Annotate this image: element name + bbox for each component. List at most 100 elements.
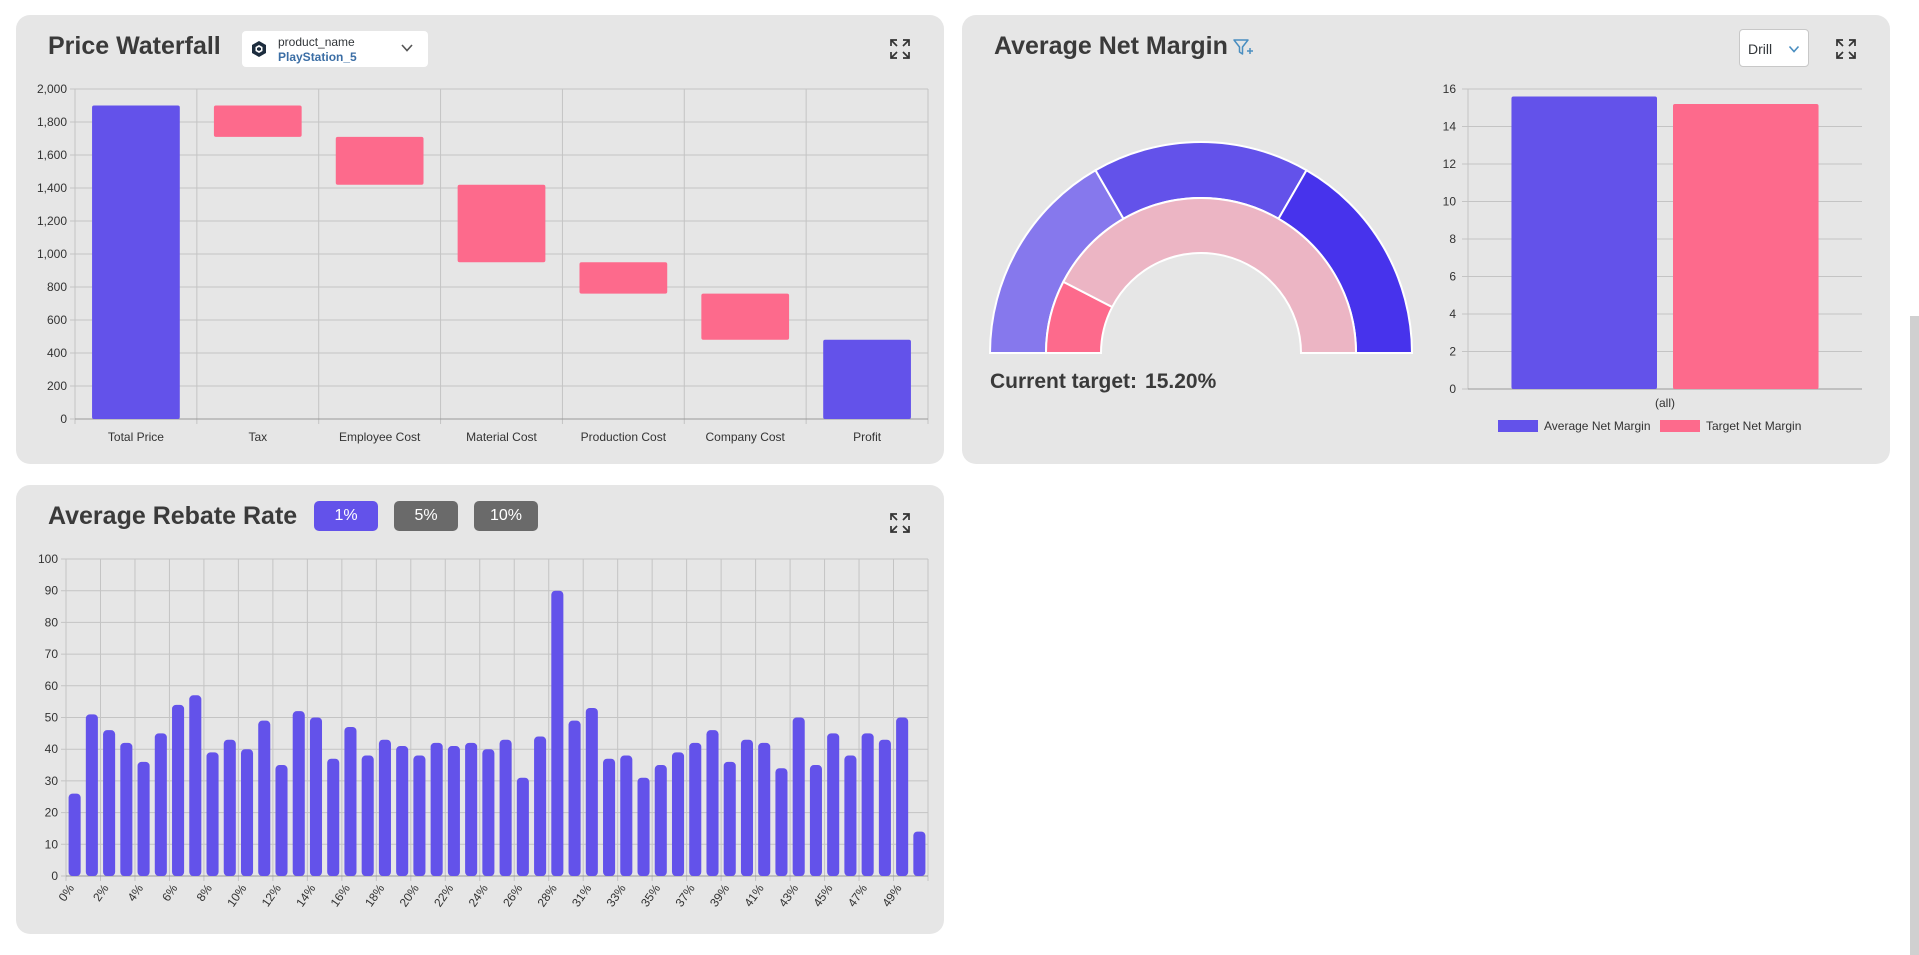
y-tick-label: 30 [45, 774, 59, 788]
y-tick-label: 800 [47, 280, 67, 294]
rebate-bar [154, 733, 167, 876]
rebate-bar [878, 739, 891, 876]
y-tick-label: 6 [1449, 270, 1456, 284]
waterfall-bar [213, 105, 302, 137]
rebate-bar [844, 755, 857, 876]
y-tick-label: 2 [1449, 345, 1456, 359]
y-tick-label: 90 [45, 584, 59, 598]
y-tick-label: 1,600 [37, 148, 67, 162]
x-tick-label: 41% [741, 881, 766, 909]
net-margin-bar-chart: 0 2 4 6 8 10 12 14 16 (all) Average Net Margin Targ… [1443, 82, 1862, 433]
x-tick-label: 18% [362, 881, 387, 909]
rebate-bar [499, 739, 512, 876]
rebate-bar [292, 711, 305, 876]
y-tick-label: 8 [1449, 232, 1456, 246]
rebate-bar [206, 752, 219, 876]
margin-bar [1673, 104, 1819, 389]
y-tick-label: 12 [1443, 157, 1457, 171]
x-tick-label: 35% [638, 881, 663, 909]
rebate-bar [396, 746, 409, 876]
rebate-bar [689, 742, 702, 876]
y-tick-label: 40 [45, 742, 59, 756]
rebate-bar [671, 752, 685, 876]
y-tick-label: 0 [51, 869, 58, 883]
x-tick-label: 26% [500, 881, 525, 909]
rebate-bar [309, 717, 323, 876]
rebate-bar [792, 717, 805, 876]
rebate-bar [861, 733, 874, 876]
x-tick-label: 43% [776, 881, 801, 909]
x-tick-label: 24% [466, 881, 491, 909]
rebate-bar [706, 730, 719, 876]
rebate-bar [827, 733, 840, 876]
x-tick-label: Total Price [108, 430, 164, 444]
rebate-bar [534, 736, 547, 876]
y-tick-label: 200 [47, 379, 67, 393]
rebate-bar [723, 761, 736, 876]
rebate-bar [103, 730, 116, 876]
waterfall-bar [701, 293, 790, 340]
rebate-bar [344, 727, 357, 876]
y-tick-label: 1,400 [37, 181, 67, 195]
x-tick-label: 49% [879, 881, 904, 909]
legend-label: Average Net Margin [1544, 419, 1651, 433]
rebate-bar [568, 720, 581, 876]
y-tick-label: 80 [45, 615, 59, 629]
waterfall-bar [579, 262, 668, 294]
rebate-bar [137, 761, 150, 876]
x-tick-label: 22% [431, 881, 456, 909]
y-tick-label: 600 [47, 313, 67, 327]
rebate-bar [516, 777, 529, 876]
rebate-bar [189, 695, 202, 876]
y-tick-label: 1,200 [37, 214, 67, 228]
average-rebate-rate-chart: 0 10 20 30 40 50 60 70 80 90 100 0% 2% 4% 6% 8% 10% 12% 14… [38, 552, 929, 909]
x-tick-label: (all) [1655, 396, 1675, 410]
rebate-bar [551, 590, 564, 876]
x-tick-label: 45% [810, 881, 835, 909]
x-tick-label: 47% [845, 881, 870, 909]
y-tick-label: 10 [45, 837, 59, 851]
rebate-bar [172, 704, 185, 876]
rebate-bar [913, 831, 926, 876]
rebate-bar [447, 746, 460, 876]
rebate-bar [809, 765, 822, 876]
rebate-bar [223, 739, 236, 876]
waterfall-bar [823, 339, 911, 419]
x-tick-label: 4% [125, 881, 147, 904]
x-tick-label: Employee Cost [339, 430, 421, 444]
legend-label: Target Net Margin [1706, 419, 1801, 433]
rebate-bar [482, 749, 495, 876]
average-net-margin-card: Average Net Margin Drill Current target:… [962, 15, 1890, 464]
rebate-bar [413, 755, 426, 876]
y-tick-label: 50 [45, 711, 59, 725]
legend-swatch [1498, 420, 1538, 432]
x-tick-label: 28% [535, 881, 560, 909]
y-tick-label: 60 [45, 679, 59, 693]
price-waterfall-chart: 0 200 400 600 800 1,000 1,200 1,400 1,600 1,800 2,… [37, 82, 929, 444]
waterfall-bar [92, 105, 180, 419]
price-waterfall-card: Price Waterfall product_name PlayStation… [16, 15, 944, 464]
rebate-bar [430, 742, 443, 876]
y-tick-label: 16 [1443, 82, 1457, 96]
x-tick-label: 20% [397, 881, 422, 909]
y-tick-label: 0 [1449, 382, 1456, 396]
rebate-bar [240, 749, 254, 876]
x-tick-label: 0% [56, 881, 78, 904]
x-tick-label: 37% [672, 881, 697, 909]
rebate-bar [68, 793, 81, 876]
legend-swatch [1660, 420, 1700, 432]
rebate-bar [361, 755, 374, 876]
rebate-bar [654, 765, 667, 876]
rebate-bar [896, 717, 909, 876]
y-tick-label: 1,800 [37, 115, 67, 129]
rebate-bar [465, 742, 478, 876]
waterfall-bar [335, 136, 424, 185]
rebate-bar [120, 742, 133, 876]
x-tick-label: 8% [194, 881, 216, 904]
y-tick-label: 4 [1449, 307, 1456, 321]
x-tick-label: 12% [259, 881, 284, 909]
rebate-bar [258, 720, 271, 876]
page-scrollbar[interactable] [1910, 316, 1919, 955]
x-tick-label: 6% [159, 881, 181, 904]
average-rebate-rate-card: Average Rebate Rate 1% 5% 10% 0 10 20 30 40 5… [16, 485, 944, 934]
